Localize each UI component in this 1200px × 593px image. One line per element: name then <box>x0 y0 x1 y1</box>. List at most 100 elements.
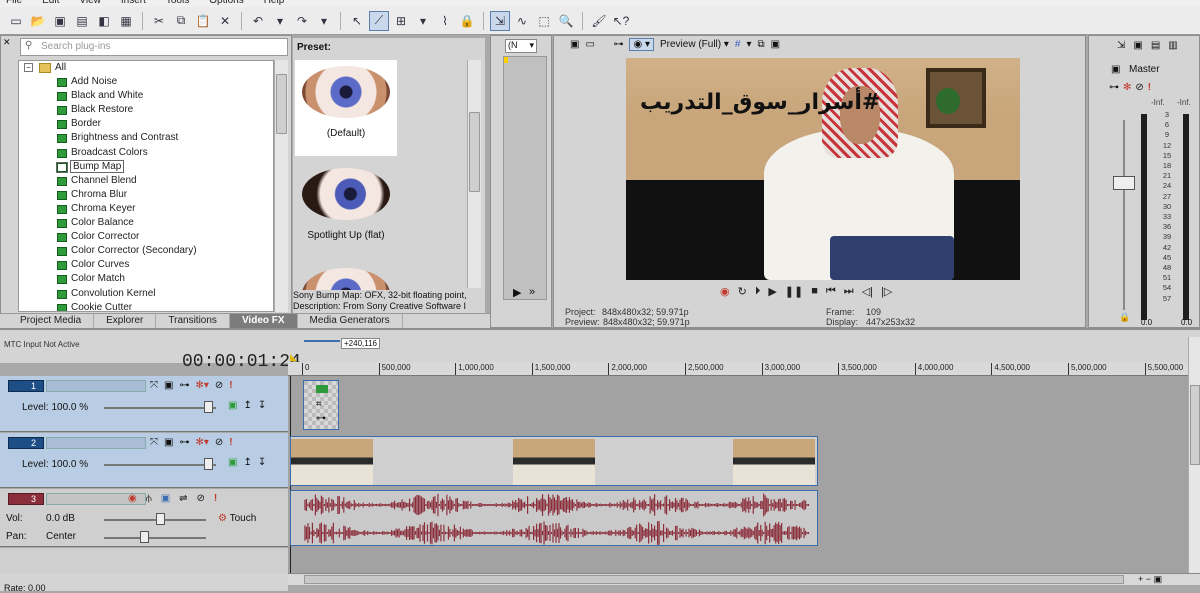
fx-item[interactable]: Add Noise <box>19 75 273 89</box>
compositing-icon[interactable]: ▣ <box>164 437 173 448</box>
whats-this-icon[interactable]: ↖? <box>611 11 631 31</box>
audio-clip[interactable] <box>290 490 818 546</box>
track-fx-icon[interactable]: ✻▾ <box>195 380 208 391</box>
menu-item[interactable]: Options <box>209 0 243 6</box>
fx-chain-icon[interactable]: ⊶ <box>179 437 189 448</box>
fx-chain-icon[interactable]: ⊶ <box>613 39 623 50</box>
copy-snapshot-icon[interactable]: ⧉ <box>758 39 765 50</box>
envelope-tool-icon[interactable]: ∿ <box>512 11 532 31</box>
fx-item[interactable]: Color Curves <box>19 258 273 272</box>
level-slider[interactable] <box>104 407 216 409</box>
solo-icon[interactable]: ! <box>229 437 232 448</box>
lock-envelopes-icon[interactable]: 🔒 <box>457 11 477 31</box>
mixer-more-icon[interactable]: ▥ <box>1168 40 1177 51</box>
level-slider-knob[interactable] <box>204 401 213 413</box>
panel-close-icon[interactable]: ✕ <box>3 37 11 48</box>
master-fx-icon[interactable]: ✻ <box>1123 82 1131 93</box>
menu-item[interactable]: Edit <box>42 0 59 6</box>
snapping-icon[interactable]: ⊞ <box>391 11 411 31</box>
downmix-icon[interactable]: ▣ <box>1133 40 1142 51</box>
timeline-ruler[interactable]: 0 500,000 1,000,000 1,500,000 2,000,000 2,500… <box>288 362 1188 376</box>
fx-item[interactable]: Channel Blend <box>19 174 273 188</box>
automation-icon[interactable]: ⇌ <box>179 493 187 504</box>
new-project-icon[interactable]: ▭ <box>6 11 26 31</box>
trimmer-area[interactable] <box>503 56 547 300</box>
master-fader[interactable] <box>1113 176 1135 190</box>
fx-item[interactable]: Color Match <box>19 272 273 286</box>
track-header-3[interactable]: 3 ◉ ⫛ ▣ ⇌ ⊘! Vol: 0.0 dB ⚙ Touch Pan: Center <box>0 489 288 547</box>
make-child-icon[interactable]: ↧ <box>258 400 266 411</box>
overlays-icon[interactable]: # <box>735 39 741 50</box>
automation-mode-dropdown[interactable]: ⚙ Touch <box>218 513 256 524</box>
fx-item[interactable]: Broadcast Colors <box>19 146 273 160</box>
properties-icon[interactable]: ▣ <box>570 39 579 50</box>
fx-item[interactable]: Cookie Cutter <box>19 301 273 311</box>
undo-dropdown-icon[interactable]: ▾ <box>270 11 290 31</box>
fx-chain-icon[interactable]: ▣ <box>161 493 170 504</box>
tab-transitions[interactable]: Transitions <box>156 314 230 328</box>
mute-icon[interactable]: ⊘ <box>215 380 223 391</box>
collapse-icon[interactable]: − <box>24 63 33 72</box>
fx-chain-icon[interactable]: ⊶ <box>1109 82 1119 93</box>
menu-item[interactable]: Insert <box>121 0 146 6</box>
edit-tool-icon[interactable]: ⇲ <box>490 10 510 31</box>
tab-explorer[interactable]: Explorer <box>94 314 157 328</box>
save-as-icon[interactable]: ▤ <box>72 11 92 31</box>
selection-tool-icon[interactable]: ⬚ <box>534 11 554 31</box>
compositing-icon[interactable]: ▣ <box>164 380 173 391</box>
fx-item[interactable]: Color Corrector <box>19 230 273 244</box>
open-icon[interactable]: 📂 <box>28 11 48 31</box>
zoom-tool-icon[interactable]: 🔍 <box>556 11 576 31</box>
play-icon[interactable]: ▶ <box>513 286 521 299</box>
video-clip[interactable] <box>290 436 818 486</box>
trimmer-dropdown[interactable]: (N ▾ <box>505 39 537 53</box>
track-motion-icon[interactable]: ⤧ <box>150 437 158 448</box>
go-to-end-icon[interactable]: ⏭ <box>844 285 854 298</box>
menu-item[interactable]: Tools <box>166 0 189 6</box>
delete-icon[interactable]: ✕ <box>215 11 235 31</box>
preset-scrollbar[interactable] <box>467 60 481 288</box>
zoom-out-icon[interactable]: − <box>1146 574 1151 584</box>
play-icon[interactable]: ▶ <box>768 285 776 298</box>
auto-crossfade-icon[interactable]: ⌇ <box>435 11 455 31</box>
copy-icon[interactable]: ⧉ <box>171 11 191 31</box>
fx-clip[interactable]: ⌗ ⊶ <box>303 380 339 430</box>
invert-phase-icon[interactable]: ⫛ <box>146 493 152 504</box>
render-icon[interactable]: ◧ <box>94 11 114 31</box>
pause-icon[interactable]: ❚❚ <box>785 285 803 298</box>
track-motion-icon[interactable]: ⤧ <box>150 380 158 391</box>
normal-edit-tool-icon[interactable]: ↖ <box>347 11 367 31</box>
next-frame-icon[interactable]: |▷ <box>881 285 892 298</box>
tab-media-generators[interactable]: Media Generators <box>298 314 403 328</box>
make-child-icon[interactable]: ↧ <box>258 457 266 468</box>
menu-item[interactable]: File <box>6 0 22 6</box>
insert-bus-icon[interactable]: ⇲ <box>1117 40 1125 51</box>
play-from-start-icon[interactable]: ⏵ <box>755 285 761 298</box>
fx-item[interactable]: Chroma Blur <box>19 188 273 202</box>
fx-item[interactable]: Bump Map <box>19 159 273 174</box>
solo-icon[interactable]: ! <box>214 493 217 504</box>
track-fx-icon[interactable]: ✻▾ <box>195 437 208 448</box>
fx-scrollbar[interactable] <box>274 60 288 312</box>
save-snapshot-icon[interactable]: ▣ <box>771 39 780 50</box>
fx-scrollbar-thumb[interactable] <box>276 74 287 134</box>
fx-item[interactable]: Convolution Kernel <box>19 287 273 301</box>
more-icon[interactable]: » <box>529 286 535 298</box>
fx-item[interactable]: Black Restore <box>19 103 273 117</box>
external-monitor-icon[interactable]: ▭ <box>585 39 607 50</box>
go-to-start-icon[interactable]: ⏮ <box>826 285 836 298</box>
loop-icon[interactable]: ↻ <box>738 285 747 298</box>
mute-icon[interactable]: ⊘ <box>215 437 223 448</box>
save-icon[interactable]: ▣ <box>50 11 70 31</box>
fx-item[interactable]: Border <box>19 117 273 131</box>
auto-ripple-icon[interactable]: ⟋ <box>369 10 389 31</box>
pan-slider[interactable] <box>104 537 206 539</box>
crop-icon[interactable]: ⌗ <box>316 399 322 410</box>
redo-icon[interactable]: ↷ <box>292 11 312 31</box>
timeline-hscrollbar[interactable]: + − ▣ <box>288 573 1200 585</box>
preset-spotlight[interactable]: Spotlight Up (flat) <box>295 162 397 258</box>
arm-record-icon[interactable]: ◉ <box>128 493 137 504</box>
record-icon[interactable]: ◉ <box>720 285 730 298</box>
preview-quality-dropdown[interactable]: Preview (Full) ▾ <box>660 39 729 50</box>
preset-third[interactable] <box>295 262 397 290</box>
